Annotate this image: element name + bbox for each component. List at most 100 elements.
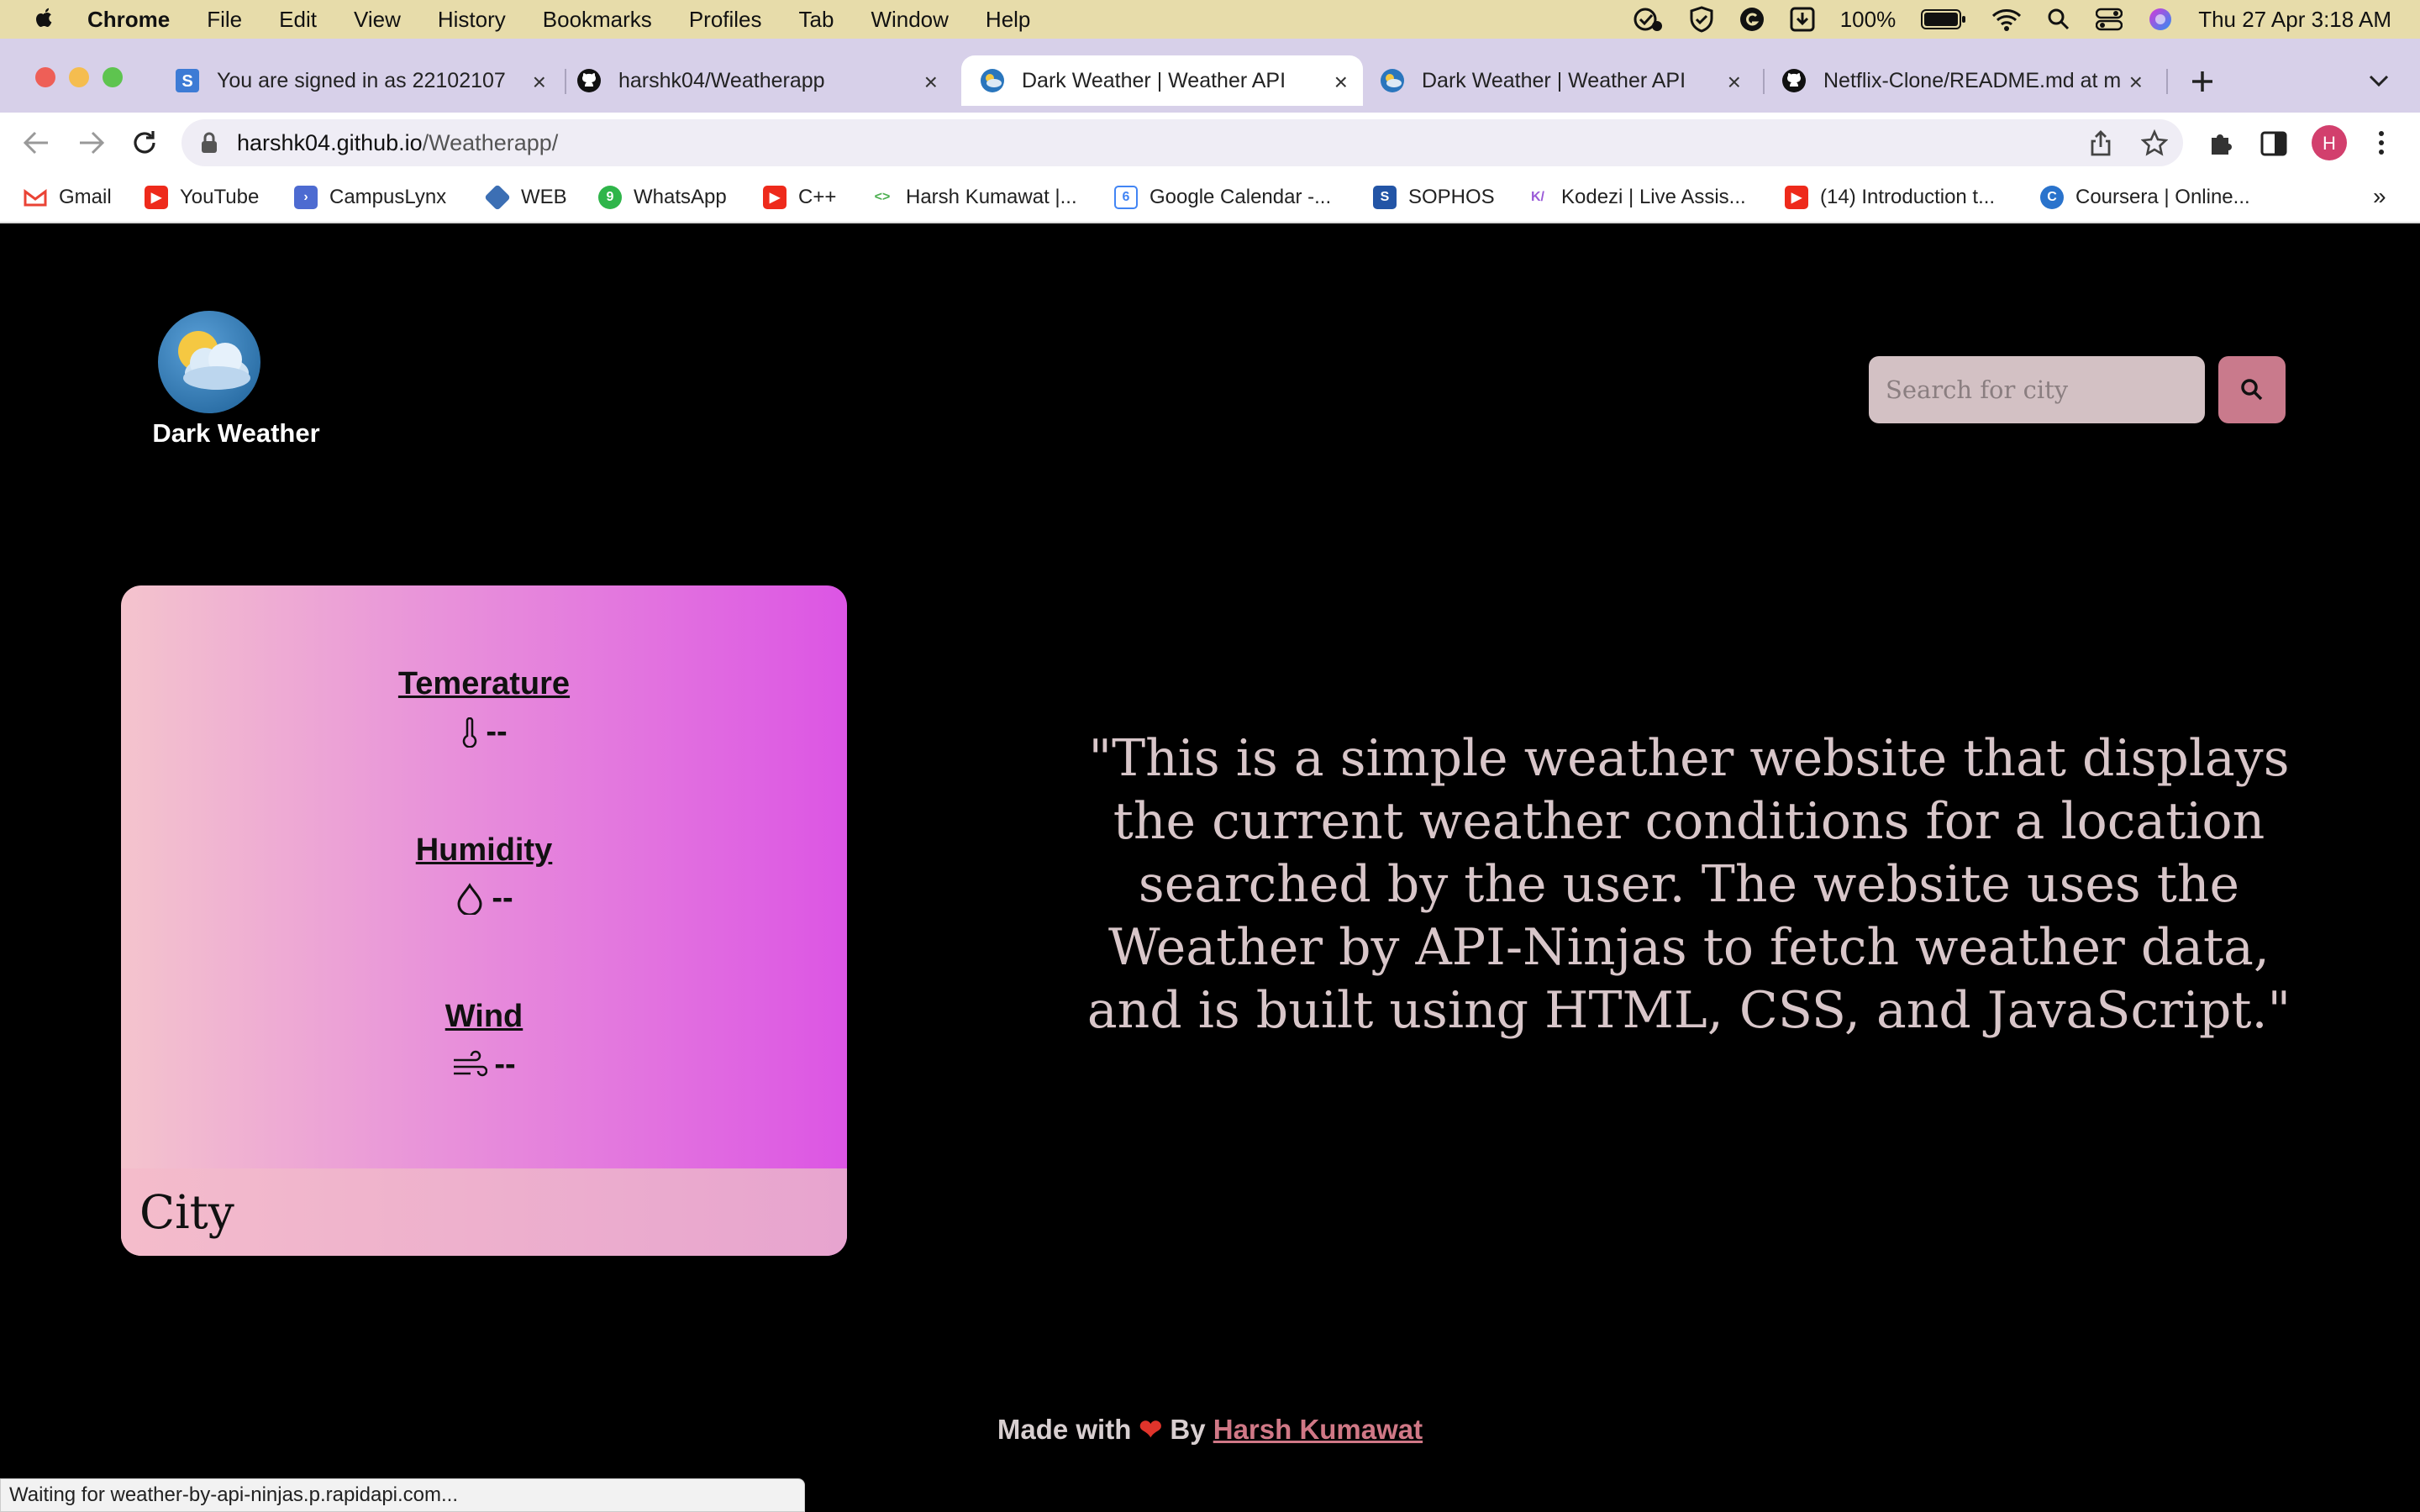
more-bookmarks-icon[interactable]: » <box>2373 183 2386 210</box>
maximize-window-button[interactable] <box>103 67 123 87</box>
tab-title: harshk04/Weatherapp <box>618 68 825 92</box>
bookmark-label: Harsh Kumawat |... <box>906 186 1077 208</box>
menu-bookmarks[interactable]: Bookmarks <box>543 7 652 33</box>
search-button[interactable] <box>2218 356 2286 423</box>
kodezi-icon: K/ <box>1531 190 1544 204</box>
tab-dark-weather-active[interactable]: Dark Weather | Weather API × <box>961 55 1363 106</box>
author-link[interactable]: Harsh Kumawat <box>1213 1414 1423 1445</box>
bookmark-introduction[interactable]: ▶ (14) Introduction t... <box>1785 185 1995 210</box>
chevron-down-icon[interactable] <box>2368 72 2390 89</box>
footer: Made with ❤ By Harsh Kumawat <box>0 1413 2420 1446</box>
wind-stat: Wind -- <box>121 999 847 1083</box>
calendar-icon: 6 <box>1114 186 1138 209</box>
side-panel-icon[interactable] <box>2260 131 2287 156</box>
web-icon <box>484 184 511 211</box>
bookmark-label: (14) Introduction t... <box>1820 186 1996 208</box>
search-icon[interactable] <box>2047 8 2070 31</box>
battery-percent: 100% <box>1839 6 1897 32</box>
tab-title: You are signed in as 22102107 <box>217 68 506 92</box>
minimize-window-button[interactable] <box>69 67 89 87</box>
wind-value: -- <box>494 1047 516 1082</box>
menu-help[interactable]: Help <box>986 7 1030 33</box>
siri-icon[interactable] <box>2148 7 2173 32</box>
bookmarks-bar: Gmail ▶ YouTube › CampusLynx WEB 9 WhatsApp… <box>0 173 2420 223</box>
close-icon[interactable]: × <box>533 69 546 96</box>
temperature-stat: Temerature -- <box>121 666 847 750</box>
wifi-icon[interactable] <box>1991 8 2022 31</box>
tab-separator <box>2166 69 2168 94</box>
tab-signed-in[interactable]: S You are signed in as 22102107 × <box>175 55 561 106</box>
grammarly-icon[interactable] <box>1739 7 1765 32</box>
wind-icon <box>452 1050 488 1080</box>
shield-icon[interactable] <box>1689 6 1714 33</box>
back-icon[interactable] <box>22 129 50 156</box>
bookmark-coursera[interactable]: C Coursera | Online... <box>2040 185 2250 210</box>
bookmark-label: Kodezi | Live Assis... <box>1561 186 1746 208</box>
apple-icon[interactable] <box>32 7 57 32</box>
close-icon[interactable]: × <box>924 69 938 96</box>
s-icon: S <box>175 68 200 93</box>
profile-avatar[interactable]: H <box>2311 124 2348 161</box>
brand-name[interactable]: Dark Weather <box>134 418 338 449</box>
bookmark-cpp[interactable]: ▶ C++ <box>763 185 836 210</box>
address-bar[interactable]: harshk04.github.io/Weatherapp/ <box>182 119 2183 166</box>
bookmark-harsh-kumawat[interactable]: <> Harsh Kumawat |... <box>871 185 1077 210</box>
youtube-icon: ▶ <box>763 186 786 209</box>
city-search-input[interactable] <box>1869 356 2205 423</box>
new-tab-icon[interactable] <box>2190 69 2215 94</box>
menu-edit[interactable]: Edit <box>279 7 317 33</box>
bookmark-gmail[interactable]: Gmail <box>24 185 112 210</box>
menu-profiles[interactable]: Profiles <box>689 7 762 33</box>
menu-file[interactable]: File <box>207 7 242 33</box>
tab-dark-weather[interactable]: Dark Weather | Weather API × <box>1380 55 1756 106</box>
bookmark-sophos[interactable]: S SOPHOS <box>1373 185 1495 210</box>
menu-tab[interactable]: Tab <box>799 7 834 33</box>
footer-by: By <box>1170 1414 1206 1445</box>
tab-separator <box>565 69 566 94</box>
bookmark-whatsapp[interactable]: 9 WhatsApp <box>598 185 727 210</box>
datetime[interactable]: Thu 27 Apr 3:18 AM <box>2198 7 2391 33</box>
weather-icon <box>980 68 1005 93</box>
gmail-icon <box>24 186 47 209</box>
reload-icon[interactable] <box>129 128 160 158</box>
more-menu-icon[interactable] <box>2376 129 2386 156</box>
menu-app-name[interactable]: Chrome <box>87 7 170 33</box>
bookmark-label: YouTube <box>180 186 260 208</box>
checklist-icon[interactable] <box>1634 6 1664 33</box>
bookmark-label: SOPHOS <box>1408 186 1495 208</box>
bookmark-youtube[interactable]: ▶ YouTube <box>145 185 259 210</box>
heart-icon: ❤ <box>1139 1414 1163 1445</box>
control-center-icon[interactable] <box>2096 8 2123 31</box>
youtube-icon: ▶ <box>1785 186 1808 209</box>
url-host: harshk04.github.io <box>237 129 423 155</box>
menu-history[interactable]: History <box>438 7 506 33</box>
tab-github-weatherapp[interactable]: harshk04/Weatherapp × <box>576 55 953 106</box>
bookmark-web[interactable]: WEB <box>484 184 567 211</box>
menu-view[interactable]: View <box>354 7 401 33</box>
bookmark-label: C++ <box>798 186 837 208</box>
lock-icon[interactable] <box>200 131 218 155</box>
share-icon[interactable] <box>2089 129 2112 156</box>
bookmark-campuslynx[interactable]: › CampusLynx <box>294 185 446 210</box>
menu-bar: Chrome File Edit View History Bookmarks … <box>0 0 2420 39</box>
extensions-icon[interactable] <box>2207 129 2233 156</box>
close-icon[interactable]: × <box>1334 69 1348 96</box>
star-icon[interactable] <box>2141 129 2168 156</box>
temperature-label: Temerature <box>397 666 571 701</box>
battery-icon[interactable] <box>1921 8 1966 30</box>
bookmark-kodezi[interactable]: K/Kodezi | Live Assis... <box>1526 185 1746 210</box>
page-content: Dark Weather Temerature -- Humidity -- W… <box>0 225 2420 1512</box>
forward-icon[interactable] <box>77 129 106 156</box>
close-window-button[interactable] <box>35 67 55 87</box>
svg-text:H: H <box>2323 133 2336 154</box>
bookmark-google-calendar[interactable]: 6 Google Calendar -... <box>1114 185 1331 210</box>
tab-separator <box>1763 69 1765 94</box>
droplet-icon <box>455 882 485 915</box>
close-icon[interactable]: × <box>2123 69 2143 96</box>
campuslynx-icon: › <box>294 186 318 209</box>
tab-netflix-clone[interactable]: Netflix-Clone/README.md at m × <box>1781 55 2158 106</box>
city-name: City <box>139 1185 234 1239</box>
menu-window[interactable]: Window <box>871 7 948 33</box>
close-icon[interactable]: × <box>1728 69 1741 96</box>
download-icon[interactable] <box>1790 7 1815 32</box>
